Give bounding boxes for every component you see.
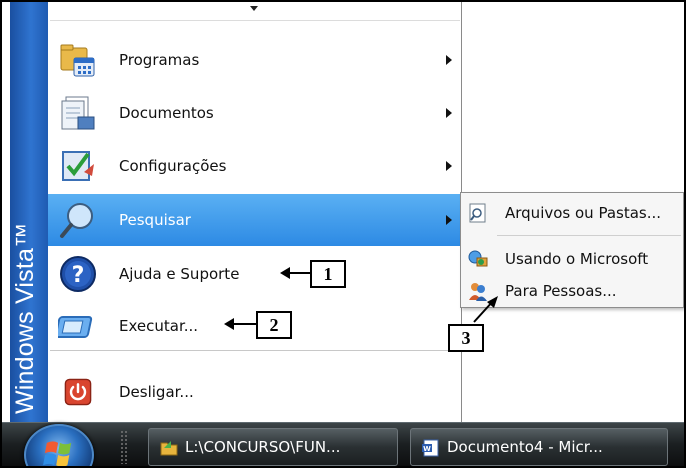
svg-text:?: ?: [72, 263, 85, 288]
search-magnifier-icon: [60, 203, 93, 238]
menu-item-label: Executar...: [119, 317, 199, 335]
menu-bottom-divider: [50, 350, 460, 351]
search-files-icon: [469, 203, 486, 223]
start-button[interactable]: [24, 424, 94, 466]
submenu-item-label: Para Pessoas...: [505, 282, 617, 300]
folder-icon: [160, 441, 178, 456]
taskbar-button-folder[interactable]: L:\CONCURSO\FUN...: [148, 428, 398, 466]
menu-item-search[interactable]: Pesquisar: [48, 194, 462, 246]
settings-icon: [62, 151, 94, 181]
submenu-arrow-icon: [446, 161, 452, 171]
windows-vista-brand: Windows Vista™: [11, 222, 39, 414]
submenu-item-label: Arquivos ou Pastas...: [505, 204, 662, 222]
submenu-item-files-folders[interactable]: Arquivos ou Pastas...: [461, 197, 683, 229]
shutdown-icon: [64, 378, 92, 406]
documents-icon: [61, 96, 95, 130]
svg-text:W: W: [423, 445, 431, 453]
taskbar-button-label: L:\CONCURSO\FUN...: [185, 438, 341, 456]
scroll-up-arrow-icon[interactable]: [250, 6, 258, 11]
menu-item-label: Configurações: [119, 157, 227, 175]
programs-folder-icon: [60, 44, 95, 77]
taskbar-grip[interactable]: [120, 430, 128, 464]
menu-item-settings[interactable]: Configurações: [48, 140, 462, 192]
callout-2: 2: [256, 311, 292, 339]
callout-1: 1: [310, 260, 346, 288]
brand-text-container: Windows Vista™: [11, 184, 44, 414]
submenu-item-using-microsoft[interactable]: Usando o Microsoft: [461, 243, 683, 275]
menu-item-label: Programas: [119, 51, 200, 69]
menu-item-label: Ajuda e Suporte: [119, 265, 240, 283]
menu-item-label: Desligar...: [119, 383, 194, 401]
taskbar-button-label: Documento4 - Micr...: [447, 438, 603, 456]
search-submenu: Arquivos ou Pastas... Usando o Microsoft…: [460, 192, 684, 308]
start-menu: Windows Vista™ Programas Documentos Conf…: [10, 2, 462, 422]
word-document-icon: W: [422, 439, 439, 457]
submenu-item-label: Usando o Microsoft: [505, 250, 649, 268]
menu-item-run[interactable]: Executar...: [48, 300, 462, 352]
callout-3: 3: [448, 324, 484, 352]
callout-2-line: [232, 323, 258, 325]
submenu-arrow-icon: [446, 108, 452, 118]
screenshot-frame: Windows Vista™ Programas Documentos Conf…: [0, 0, 686, 468]
run-icon: [58, 316, 93, 338]
brand-strip: Windows Vista™: [10, 2, 48, 422]
menu-item-label: Documentos: [119, 104, 214, 122]
menu-item-shutdown[interactable]: Desligar...: [48, 366, 462, 418]
menu-item-documents[interactable]: Documentos: [48, 87, 462, 139]
submenu-arrow-icon: [446, 55, 452, 65]
windows-logo-icon: [43, 441, 72, 466]
submenu-divider: [497, 235, 681, 236]
submenu-arrow-icon: [446, 215, 452, 225]
network-search-icon: [468, 250, 488, 267]
menu-item-help[interactable]: ? Ajuda e Suporte: [48, 248, 462, 300]
callout-1-line: [288, 272, 312, 274]
help-icon: ?: [60, 256, 96, 292]
menu-item-label: Pesquisar: [119, 211, 191, 229]
menu-top-divider: [50, 20, 460, 21]
menu-item-programs[interactable]: Programas: [48, 34, 462, 86]
taskbar-button-word[interactable]: W Documento4 - Micr...: [410, 428, 668, 466]
